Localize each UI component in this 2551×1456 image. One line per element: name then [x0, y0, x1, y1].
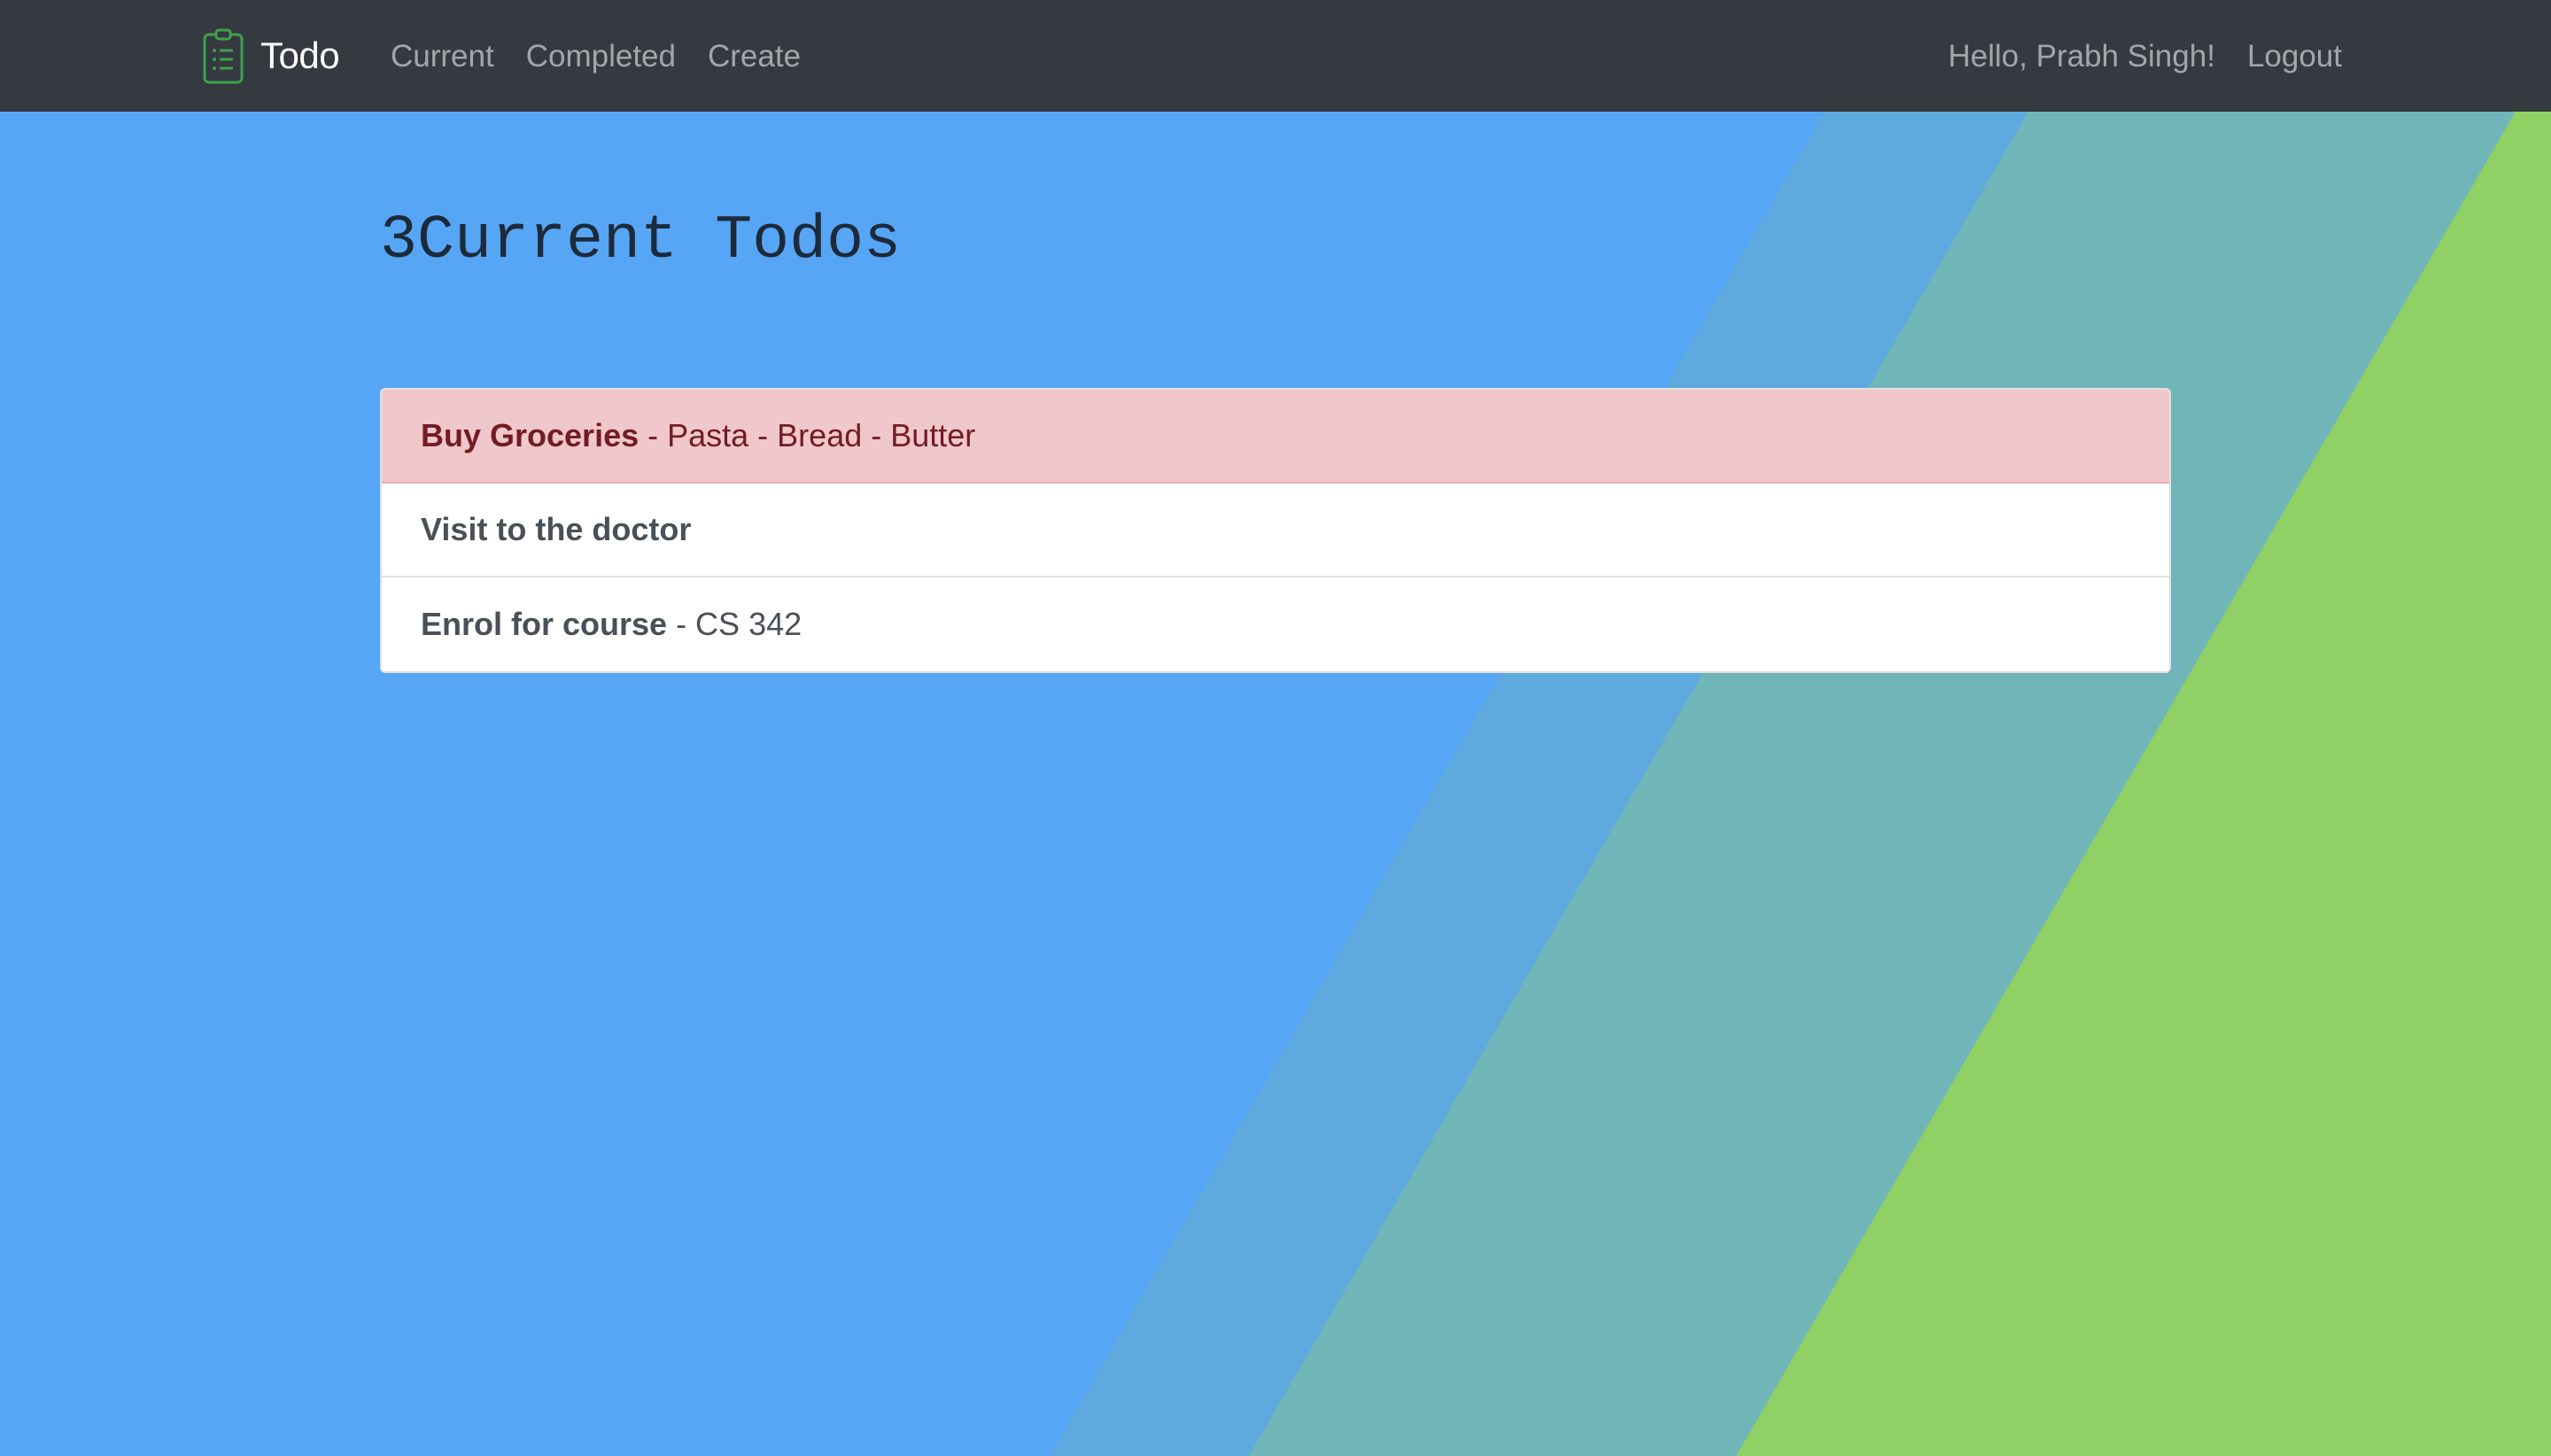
todo-detail: - CS 342	[667, 606, 803, 642]
brand-link[interactable]: Todo	[202, 25, 340, 87]
logout-link[interactable]: Logout	[2247, 34, 2342, 80]
todo-item-visit-doctor[interactable]: Visit to the doctor	[382, 484, 2169, 577]
top-navbar: Todo Current Completed Create Hello, Pra…	[0, 0, 2551, 112]
nav-link-create[interactable]: Create	[708, 34, 801, 80]
todo-name: Visit to the doctor	[421, 511, 692, 547]
todo-list: Buy Groceries - Pasta - Bread - Butter V…	[380, 388, 2171, 673]
todo-detail: - Pasta - Bread - Butter	[639, 417, 976, 453]
page-title: 3Current Todos	[380, 202, 901, 282]
todo-item-buy-groceries[interactable]: Buy Groceries - Pasta - Bread - Butter	[382, 390, 2169, 484]
user-greeting: Hello, Prabh Singh!	[1948, 39, 2215, 74]
todo-item-enrol-course[interactable]: Enrol for course - CS 342	[382, 577, 2169, 671]
clipboard-list-icon	[203, 28, 244, 84]
nav-user-area: Hello, Prabh Singh! Logout	[1948, 34, 2342, 80]
nav-link-completed[interactable]: Completed	[526, 34, 676, 80]
brand-label: Todo	[260, 35, 340, 76]
todo-count: 3	[380, 206, 418, 276]
nav-link-current[interactable]: Current	[391, 34, 494, 80]
page-title-text: Current Todos	[417, 206, 902, 276]
todo-name: Buy Groceries	[421, 417, 640, 453]
todo-name: Enrol for course	[421, 606, 668, 642]
nav-links: Current Completed Create	[391, 34, 801, 80]
